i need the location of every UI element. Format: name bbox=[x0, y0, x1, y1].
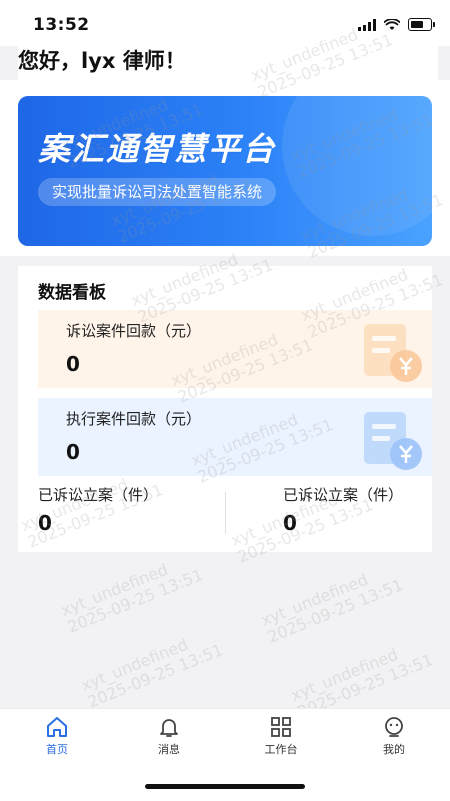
wifi-icon bbox=[384, 18, 400, 30]
watermark: xyt_undefined 2025-09-25 13:51 bbox=[78, 634, 226, 712]
tab-profile[interactable]: 我的 bbox=[364, 715, 424, 757]
document-coin-icon bbox=[364, 324, 422, 382]
home-icon bbox=[47, 717, 67, 737]
tab-label: 我的 bbox=[383, 743, 405, 756]
cellular-signal-icon bbox=[358, 18, 376, 31]
metric-label: 执行案件回款（元） bbox=[66, 410, 202, 428]
stat-label: 已诉讼立案（件） bbox=[38, 486, 159, 504]
watermark: xyt_undefined 2025-09-25 13:51 bbox=[258, 569, 406, 647]
stat-label: 已诉讼立案（件） bbox=[283, 486, 404, 504]
grid-icon bbox=[271, 717, 291, 737]
banner-subtitle: 实现批量诉讼司法处置智能系统 bbox=[38, 178, 277, 206]
case-stats-row: 已诉讼立案（件） 0 已诉讼立案（件） 0 bbox=[18, 484, 432, 544]
metric-value: 0 bbox=[66, 440, 80, 464]
metric-label: 诉讼案件回款（元） bbox=[66, 322, 202, 340]
watermark: xyt_undefined 2025-09-25 13:51 bbox=[58, 559, 206, 637]
execution-payment-card[interactable]: 执行案件回款（元） 0 bbox=[38, 398, 432, 476]
litigation-payment-card[interactable]: 诉讼案件回款（元） 0 bbox=[38, 310, 432, 388]
platform-banner[interactable]: 案汇通智慧平台 实现批量诉讼司法处置智能系统 bbox=[18, 96, 432, 246]
stat-divider bbox=[225, 492, 226, 534]
home-indicator bbox=[145, 784, 305, 789]
banner-decoration bbox=[282, 96, 432, 236]
tab-messages[interactable]: 消息 bbox=[139, 715, 199, 757]
tab-workbench[interactable]: 工作台 bbox=[251, 715, 311, 757]
tab-label: 消息 bbox=[158, 743, 180, 756]
profile-icon bbox=[385, 717, 403, 737]
bell-icon bbox=[160, 719, 178, 737]
status-icons bbox=[358, 18, 435, 31]
data-dashboard: 数据看板 诉讼案件回款（元） 0 执行案件回款（元） 0 已诉讼立案（件） 0 bbox=[18, 266, 432, 552]
banner-title: 案汇通智慧平台 bbox=[38, 130, 277, 168]
stat-value: 0 bbox=[283, 511, 297, 535]
greeting-text: 您好，lyx 律师！ bbox=[18, 46, 438, 80]
tab-home[interactable]: 首页 bbox=[27, 715, 87, 757]
status-time: 13:52 bbox=[33, 15, 90, 35]
tab-label: 工作台 bbox=[264, 743, 298, 756]
dashboard-title: 数据看板 bbox=[38, 283, 106, 303]
stat-value: 0 bbox=[38, 511, 52, 535]
battery-icon bbox=[408, 18, 435, 31]
document-coin-icon bbox=[364, 412, 422, 470]
filed-cases-stat[interactable]: 已诉讼立案（件） 0 bbox=[283, 484, 403, 535]
tab-label: 首页 bbox=[46, 743, 68, 756]
metric-value: 0 bbox=[66, 352, 80, 376]
filed-cases-stat[interactable]: 已诉讼立案（件） 0 bbox=[38, 484, 158, 535]
status-bar: 13:52 bbox=[0, 0, 450, 46]
